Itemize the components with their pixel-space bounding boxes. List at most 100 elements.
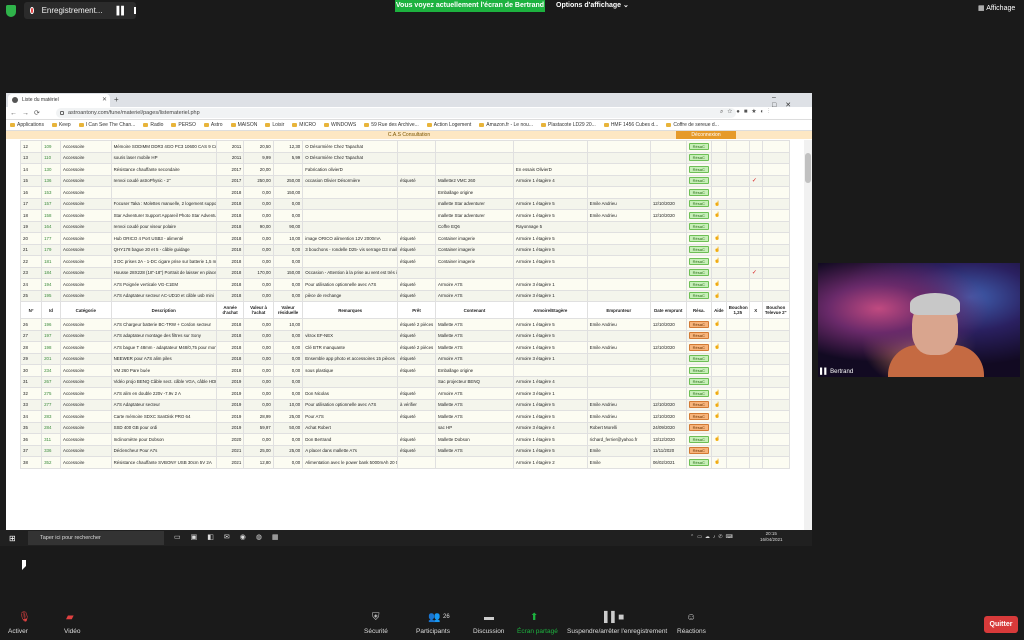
reserve-button[interactable]: RésaC <box>688 292 709 300</box>
reserve-button[interactable]: RésaC <box>688 435 709 443</box>
reserve-button[interactable]: RésaC <box>688 246 709 254</box>
help-hand-icon[interactable]: ☝ <box>714 281 720 287</box>
column-header[interactable]: Prêt <box>397 301 436 319</box>
table-row[interactable]: 12 109 Accessoire Mémoire SODIMM DDR3 4GO P… <box>20 140 790 153</box>
reserve-button[interactable]: RésaC <box>688 211 709 219</box>
column-header[interactable]: X <box>748 301 763 319</box>
table-row[interactable]: 18 158 Accessoire Star Adventurer Support A… <box>20 209 790 222</box>
table-row[interactable]: 28 198 Accessoire A7S bague T 48mm - adapta… <box>20 341 790 354</box>
taskbar-clock[interactable]: 20:15 16/04/2021 <box>760 531 783 543</box>
taskbar-search[interactable]: Taper ici pour rechercher <box>28 531 164 545</box>
reserve-button[interactable]: RésaC <box>688 401 709 409</box>
table-row[interactable]: 29 201 Accessoire NEEWER pour A7S alim pile… <box>20 352 790 365</box>
chat-button[interactable]: Discussion <box>473 628 504 635</box>
mic-muted-icon[interactable]: 🎙 <box>18 612 31 623</box>
reserve-button[interactable]: RésaC <box>688 200 709 208</box>
help-hand-icon[interactable]: ☝ <box>714 390 720 396</box>
bookmark-item[interactable]: PERSO <box>171 122 196 128</box>
table-row[interactable]: 26 196 Accessoire A7S Chargeur batterie BC-… <box>20 318 790 331</box>
bookmark-item[interactable]: Applications <box>10 122 44 128</box>
bookmark-item[interactable]: WINDOWS <box>323 122 356 128</box>
help-hand-icon[interactable]: ☝ <box>714 247 720 253</box>
column-header[interactable]: Bouchon Televue 2" <box>761 301 790 319</box>
nav-buttons[interactable]: ←→⟳ <box>10 109 45 117</box>
column-header[interactable]: Description <box>110 301 217 319</box>
help-hand-icon[interactable]: ☝ <box>714 293 720 299</box>
reserve-button[interactable]: RésaC <box>688 142 709 150</box>
column-header[interactable]: Résa. <box>685 301 712 319</box>
column-header[interactable]: N° <box>20 301 43 319</box>
table-row[interactable]: 36 311 Accessoire Inclinomètre pour Dobson 2… <box>20 433 790 446</box>
column-header[interactable]: Date emprunt <box>649 301 687 319</box>
bookmark-item[interactable]: I Can See The Chan... <box>78 122 135 128</box>
bookmark-item[interactable]: Radio <box>143 122 163 128</box>
participant-video-tile[interactable] <box>818 263 1020 377</box>
video-off-icon[interactable]: ▰ <box>66 612 74 623</box>
security-shield-icon[interactable] <box>6 5 16 17</box>
share-screen-button[interactable]: Écran partagé <box>517 628 558 635</box>
column-header[interactable]: Contenant <box>434 301 514 319</box>
table-row[interactable]: 19 164 Accessoire renvoi coudé pour viseur … <box>20 220 790 233</box>
reserve-button[interactable]: RésaC <box>688 234 709 242</box>
reserve-button[interactable]: RésaC <box>688 366 709 374</box>
table-row[interactable]: 22 181 Accessoire 3 DC prises 2A - 1-DC cig… <box>20 255 790 268</box>
help-hand-icon[interactable]: ☝ <box>714 321 720 327</box>
mute-button[interactable]: Activer <box>8 628 28 635</box>
table-row[interactable]: 21 179 Accessoire QHY178 bague 20 et 5 - câ… <box>20 243 790 256</box>
table-row[interactable]: 34 283 Accessoire Carte mémoire SDXC SanDis… <box>20 410 790 423</box>
table-row[interactable]: 13 110 Accessoire souris laser mobile HP 201… <box>20 151 790 164</box>
reserve-button[interactable]: RésaC <box>688 389 709 397</box>
reserve-button[interactable]: RésaC <box>688 320 709 328</box>
reserve-button[interactable]: RésaC <box>688 412 709 420</box>
table-row[interactable]: 16 153 Accessoire 2018 0,00 150,00 Emballage o… <box>20 186 790 199</box>
pause-share-button[interactable]: Suspendre/arrêter l'enregistrement <box>567 628 667 635</box>
reserve-button[interactable]: RésaC <box>688 447 709 455</box>
bookmark-item[interactable]: Loisir <box>265 122 284 128</box>
help-hand-icon[interactable]: ☝ <box>714 212 720 218</box>
bookmark-item[interactable]: Astro <box>203 122 223 128</box>
table-row[interactable]: 31 267 Accessoire Vidéo projo BENQ Câble se… <box>20 375 790 388</box>
table-row[interactable]: 15 136 Accessoire renvoi coudé astroPhysic … <box>20 174 790 187</box>
reactions-icon[interactable]: ☺ <box>686 612 696 623</box>
column-header[interactable]: Emprunteur <box>586 301 651 319</box>
pause-share-icon[interactable]: ▌▌■ <box>604 612 624 623</box>
table-row[interactable]: 27 197 Accessoire A7S adaptateur montage de… <box>20 329 790 342</box>
column-header[interactable]: Bouchon 1,25 <box>725 301 750 319</box>
bookmark-item[interactable]: MAISON <box>230 122 257 128</box>
column-header[interactable]: Id <box>41 301 62 319</box>
reserve-button[interactable]: RésaC <box>688 154 709 162</box>
reserve-button[interactable]: RésaC <box>688 177 709 185</box>
reserve-button[interactable]: RésaC <box>688 165 709 173</box>
bookmark-item[interactable]: HMF 1456 Cubes d... <box>603 122 658 128</box>
bookmark-item[interactable]: MICRO <box>292 122 316 128</box>
help-hand-icon[interactable]: ☝ <box>714 436 720 442</box>
display-button[interactable]: ▦ Affichage <box>978 4 1015 12</box>
table-row[interactable]: 25 195 Accessoire A7S Adaptateur secteur AC… <box>20 289 790 302</box>
bookmark-item[interactable]: Keep <box>51 122 71 128</box>
reserve-button[interactable]: RésaC <box>688 223 709 231</box>
security-button[interactable]: Sécurité <box>364 628 388 635</box>
reserve-button[interactable]: RésaC <box>688 343 709 351</box>
reserve-button[interactable]: RésaC <box>688 424 709 432</box>
new-tab-icon[interactable]: + <box>114 95 119 104</box>
video-button[interactable]: Vidéo <box>64 628 81 635</box>
browser-tab[interactable]: Liste du matériel ✕ <box>8 94 110 107</box>
security-icon[interactable]: ⛨ <box>372 612 380 623</box>
table-row[interactable]: 17 157 Accessoire Focuser Taka : Molettes m… <box>20 197 790 210</box>
table-row[interactable]: 35 284 Accessoire SSD 400 GB pour ordi 2019 5… <box>20 421 790 434</box>
reserve-button[interactable]: RésaC <box>688 378 709 386</box>
windows-start-icon[interactable]: ⊞ <box>9 534 16 543</box>
share-screen-icon[interactable]: ⬆ <box>530 612 538 623</box>
extension-icons[interactable]: ⌕☆●■★◐⋮ <box>720 109 774 116</box>
reserve-button[interactable]: RésaC <box>688 257 709 265</box>
participants-button[interactable]: Participants <box>416 628 450 635</box>
help-hand-icon[interactable]: ☝ <box>714 258 720 264</box>
close-tab-icon[interactable]: ✕ <box>102 96 107 103</box>
table-row[interactable]: 24 194 Accessoire A7S Poignée verticale VG-… <box>20 278 790 291</box>
help-hand-icon[interactable]: ☝ <box>714 201 720 207</box>
reserve-button[interactable]: RésaC <box>688 458 709 466</box>
url-input[interactable]: astroantony.com/fune/materiel/pages/list… <box>56 108 736 118</box>
bookmark-item[interactable]: Amazon.fr - Le nou... <box>479 122 533 128</box>
help-hand-icon[interactable]: ☝ <box>714 459 720 465</box>
reserve-button[interactable]: RésaC <box>688 188 709 196</box>
